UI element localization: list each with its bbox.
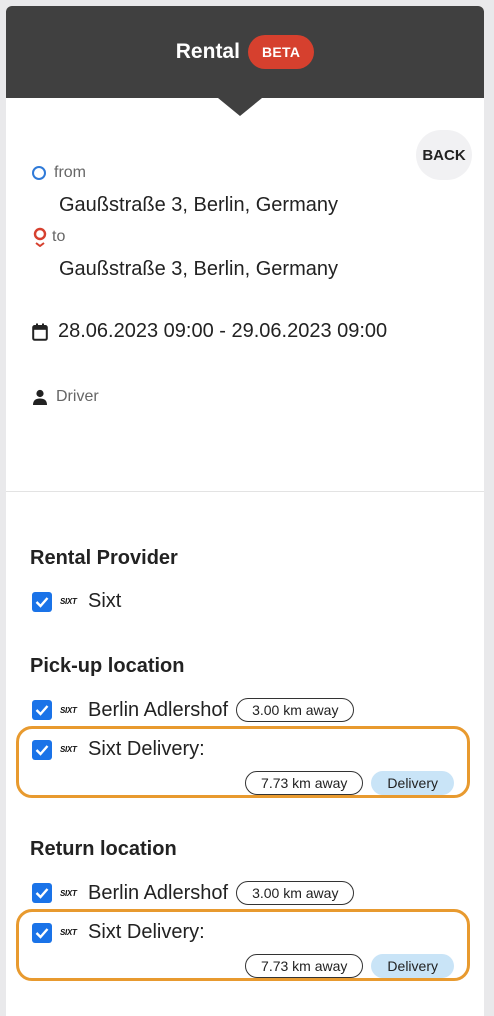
delivery-tag: Delivery: [371, 954, 454, 978]
to-address[interactable]: Gaußstraße 3, Berlin, Germany: [59, 258, 338, 281]
date-range: 28.06.2023 09:00 - 29.06.2023 09:00: [58, 320, 388, 342]
sixt-logo-icon: SIXT: [60, 888, 77, 898]
distance-badge: 3.00 km away: [236, 881, 355, 905]
header-bar: Rental BETA: [6, 6, 484, 98]
section-divider: [6, 491, 484, 492]
date-row[interactable]: 28.06.2023 09:00 - 29.06.2023 09:00: [32, 320, 387, 343]
pickup-location-title: Pick-up location: [30, 655, 185, 677]
to-row: to: [32, 227, 65, 247]
location-name: Sixt Delivery:: [88, 738, 205, 760]
return-delivery-checkbox[interactable]: [32, 922, 52, 943]
origin-circle-icon: [32, 166, 46, 180]
sixt-logo-icon: SIXT: [60, 928, 77, 937]
location-name: Berlin Adlershof: [88, 881, 229, 904]
checkmark-icon: [35, 705, 49, 716]
provider-option-sixt[interactable]: SIXT Sixt: [32, 590, 121, 613]
pickup-delivery-checkbox[interactable]: [32, 739, 52, 760]
return-option-adlershof[interactable]: SIXT Berlin Adlershof 3.00 km away: [32, 881, 355, 905]
page-title: Rental: [175, 40, 240, 63]
return-location-title: Return location: [30, 838, 177, 860]
return-adlershof-checkbox[interactable]: [32, 883, 52, 903]
beta-badge: BETA: [247, 35, 315, 69]
checkmark-icon: [35, 888, 49, 899]
driver-row[interactable]: Driver: [32, 388, 99, 406]
provider-name: Sixt: [88, 590, 122, 612]
person-icon: [33, 389, 47, 405]
delivery-tag: Delivery: [371, 771, 454, 795]
rental-provider-title: Rental Provider: [30, 547, 178, 569]
sixt-logo-icon: SIXT: [60, 745, 77, 754]
pickup-adlershof-checkbox[interactable]: [32, 700, 52, 720]
location-name: Berlin Adlershof: [88, 698, 229, 721]
from-address[interactable]: Gaußstraße 3, Berlin, Germany: [59, 194, 338, 217]
from-label: from: [54, 164, 86, 181]
distance-badge: 3.00 km away: [236, 698, 355, 722]
sixt-logo-icon: SIXT: [60, 705, 77, 715]
calendar-icon: [32, 323, 48, 341]
checkmark-icon: [35, 927, 49, 939]
to-label: to: [52, 228, 66, 245]
distance-badge: 7.73 km away: [245, 954, 364, 978]
checkmark-icon: [35, 744, 49, 756]
provider-checkbox[interactable]: [32, 591, 52, 612]
header-pointer: [218, 98, 262, 116]
sixt-logo-icon: SIXT: [60, 597, 77, 606]
pickup-option-delivery[interactable]: SIXT Sixt Delivery:: [32, 738, 205, 761]
checkmark-icon: [35, 596, 49, 608]
pickup-delivery-tags: 7.73 km away Delivery: [237, 771, 454, 795]
return-delivery-tags: 7.73 km away Delivery: [237, 954, 454, 978]
return-option-delivery[interactable]: SIXT Sixt Delivery:: [32, 921, 205, 944]
pickup-option-adlershof[interactable]: SIXT Berlin Adlershof 3.00 km away: [32, 698, 355, 722]
rental-panel: Rental BETA BACK from Gaußstraße 3, Berl…: [6, 6, 484, 1016]
driver-label: Driver: [56, 388, 99, 405]
distance-badge: 7.73 km away: [245, 771, 364, 795]
location-name: Sixt Delivery:: [88, 921, 205, 943]
back-button[interactable]: BACK: [416, 130, 472, 180]
from-row: from: [32, 164, 86, 182]
destination-pin-icon: [33, 227, 47, 247]
